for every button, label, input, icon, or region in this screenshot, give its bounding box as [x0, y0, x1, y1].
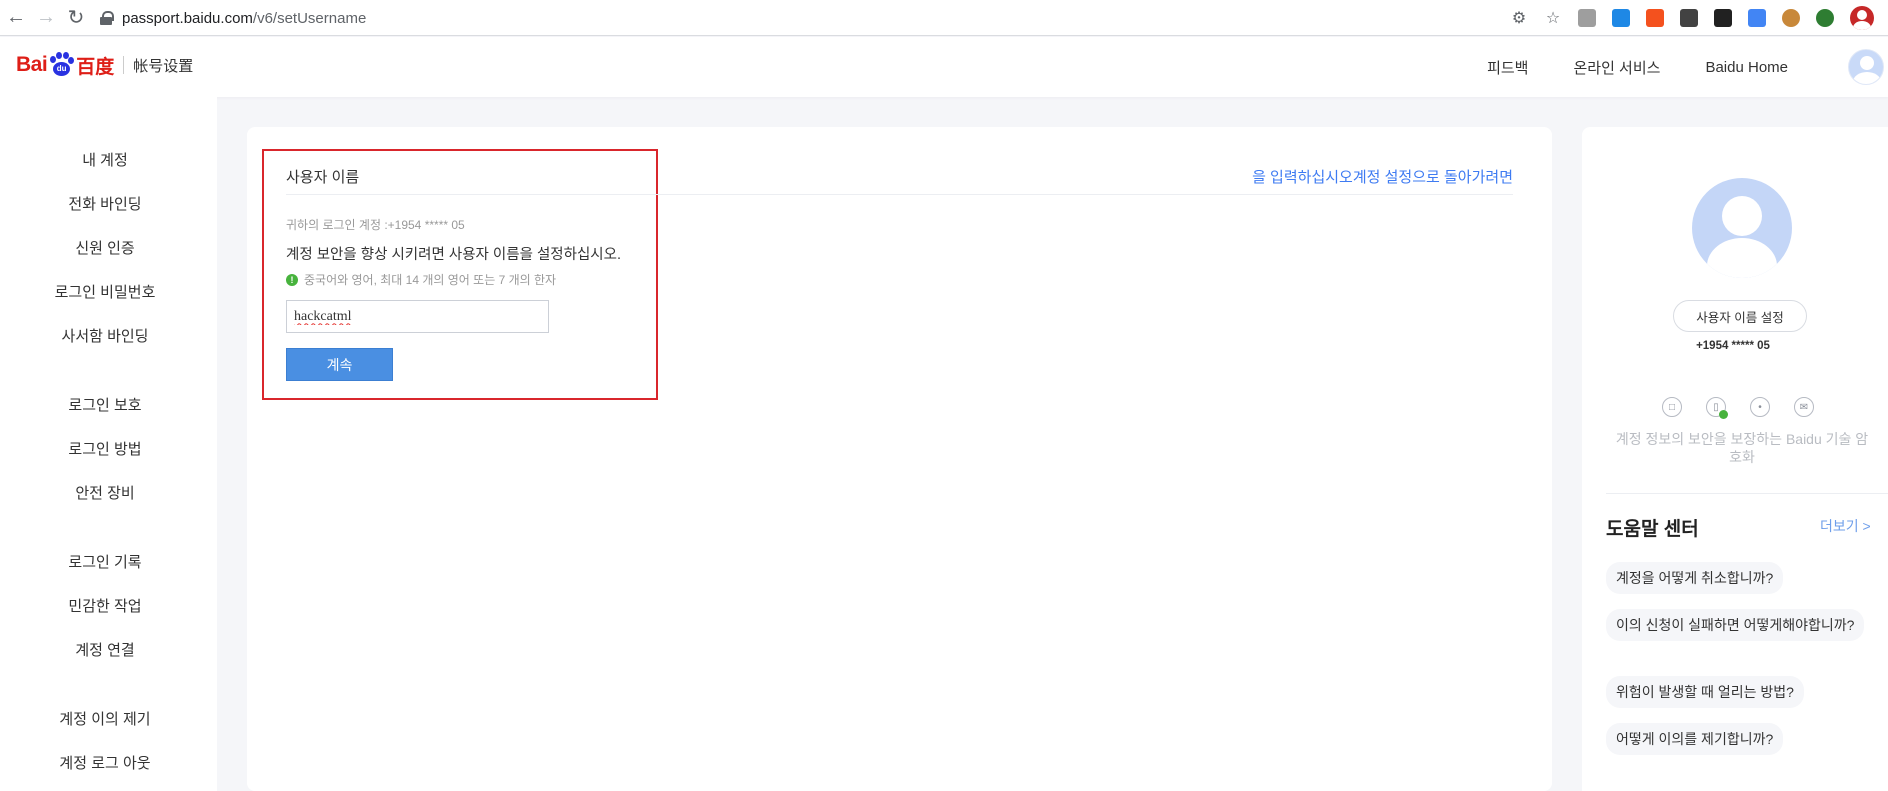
translate-icon[interactable]: ⚙	[1510, 9, 1528, 27]
panel-divider	[1606, 493, 1888, 494]
help-center-title: 도움말 센터	[1606, 519, 1699, 540]
logo-paw-text: du	[53, 62, 71, 76]
bookmark-star-icon[interactable]: ☆	[1544, 9, 1562, 27]
sidebar-item-login-method[interactable]: 로그인 방법	[0, 438, 210, 459]
header-link-baidu-home[interactable]: Baidu Home	[1705, 59, 1788, 76]
header-link-online-service[interactable]: 온라인 서비스	[1573, 57, 1660, 78]
extension-icon-4[interactable]	[1680, 9, 1698, 27]
google-translate-icon[interactable]	[1748, 9, 1766, 27]
username-prompt: 계정 보안을 향상 시키려면 사용자 이름을 설정하십시오.	[286, 247, 622, 263]
continue-button[interactable]: 계속	[286, 348, 393, 381]
login-account-text: 귀하의 로그인 계정 :+1954 ***** 05	[286, 218, 465, 232]
help-item[interactable]: 위험이 발생할 때 얼리는 방법?	[1606, 676, 1804, 708]
help-item[interactable]: 계정을 어떻게 취소합니까?	[1606, 562, 1784, 594]
sidebar-item-phone-binding[interactable]: 전화 바인딩	[0, 193, 210, 214]
baidu-logo[interactable]: Bai du 百度 帐号设置	[16, 47, 193, 83]
sidebar-item-my-account[interactable]: 내 계정	[0, 149, 210, 170]
id-card-icon[interactable]: □	[1662, 397, 1682, 417]
back-to-settings-link[interactable]: 을 입력하십시오계정 설정으로 돌아가려면	[1252, 166, 1513, 187]
set-username-button[interactable]: 사용자 이름 설정	[1673, 300, 1807, 332]
logo-subtitle: 帐号设置	[133, 57, 194, 75]
info-icon: !	[286, 273, 298, 286]
header-link-feedback[interactable]: 피드백	[1487, 57, 1528, 78]
security-text: 계정 정보의 보안을 보장하는 Baidu 기술 암호화	[1615, 431, 1869, 465]
title-divider	[286, 194, 1513, 195]
sidebar-item-email-binding[interactable]: 사서함 바인딩	[0, 325, 210, 346]
logo-text-right: 百度	[76, 56, 115, 78]
sidebar: 내 계정 전화 바인딩 신원 인증 로그인 비밀번호 사서함 바인딩 로그인 보…	[0, 97, 217, 791]
url-host: passport.baidu.com	[122, 9, 253, 27]
sidebar-item-login-password[interactable]: 로그인 비밀번호	[0, 281, 210, 302]
username-hint: ! 중국어와 영어, 최대 14 개의 영어 또는 7 개의 한자	[286, 271, 556, 288]
browser-profile-avatar[interactable]	[1850, 6, 1874, 30]
evernote-icon[interactable]	[1816, 9, 1834, 27]
sidebar-item-security-device[interactable]: 안전 장비	[0, 482, 210, 503]
back-arrow-icon[interactable]: ←	[2, 4, 30, 32]
verified-check-icon	[1719, 410, 1728, 419]
user-avatar[interactable]	[1848, 49, 1884, 85]
lock-icon	[100, 11, 114, 25]
help-item[interactable]: 어떻게 이의를 제기합니까?	[1606, 723, 1784, 755]
sidebar-item-login-protection[interactable]: 로그인 보호	[0, 394, 210, 415]
forward-arrow-icon[interactable]: →	[32, 4, 60, 32]
extension-icon-5[interactable]	[1714, 9, 1732, 27]
address-bar[interactable]: passport.baidu.com/v6/setUsername	[100, 4, 1500, 32]
sidebar-item-account-appeal[interactable]: 계정 이의 제기	[0, 708, 210, 729]
extension-icon-1[interactable]	[1578, 9, 1596, 27]
sidebar-item-login-history[interactable]: 로그인 기록	[0, 551, 210, 572]
sidebar-item-sensitive-actions[interactable]: 민감한 작업	[0, 595, 210, 616]
extension-icon-2[interactable]	[1612, 9, 1630, 27]
help-item[interactable]: 이의 신청이 실패하면 어떻게해야합니까?	[1606, 609, 1865, 641]
hint-text: 중국어와 영어, 최대 14 개의 영어 또는 7 개의 한자	[304, 273, 557, 287]
main-content-card: 사용자 이름 을 입력하십시오계정 설정으로 돌아가려면 귀하의 로그인 계정 …	[247, 127, 1552, 791]
reload-icon[interactable]: ↻	[62, 4, 90, 32]
help-more-link[interactable]: 더보기 >	[1820, 516, 1871, 536]
logo-text-left: Bai	[16, 53, 48, 76]
logo-divider	[123, 56, 125, 74]
profile-avatar[interactable]	[1692, 178, 1792, 278]
browser-extensions: ⚙ ☆	[1502, 0, 1888, 36]
page-title: 사용자 이름	[286, 169, 360, 186]
sidebar-item-account-logout[interactable]: 계정 로그 아웃	[0, 752, 210, 773]
password-icon[interactable]: •	[1750, 397, 1770, 417]
sidebar-item-identity-verification[interactable]: 신원 인증	[0, 237, 210, 258]
username-input[interactable]	[286, 300, 549, 333]
security-icons: □ ▯ • ✉	[1662, 397, 1838, 419]
header-nav: 피드백 온라인 서비스 Baidu Home	[1442, 37, 1884, 97]
profile-panel: 사용자 이름 설정 +1954 ***** 05 □ ▯ • ✉ 계정 정보의 …	[1582, 127, 1888, 791]
mail-icon[interactable]: ✉	[1794, 397, 1814, 417]
profile-phone: +1954 ***** 05	[1696, 340, 1770, 352]
phone-icon[interactable]: ▯	[1706, 397, 1728, 419]
cookie-icon[interactable]	[1782, 9, 1800, 27]
sidebar-item-account-linking[interactable]: 계정 연결	[0, 639, 210, 660]
baidu-paw-icon: du	[48, 52, 75, 78]
browser-toolbar: ← → ↻ passport.baidu.com/v6/setUsername …	[0, 0, 1888, 36]
url-path: /v6/setUsername	[252, 9, 367, 27]
site-header: Bai du 百度 帐号设置 피드백 온라인 서비스 Baidu Home	[0, 37, 1888, 97]
extension-icon-3[interactable]	[1646, 9, 1664, 27]
